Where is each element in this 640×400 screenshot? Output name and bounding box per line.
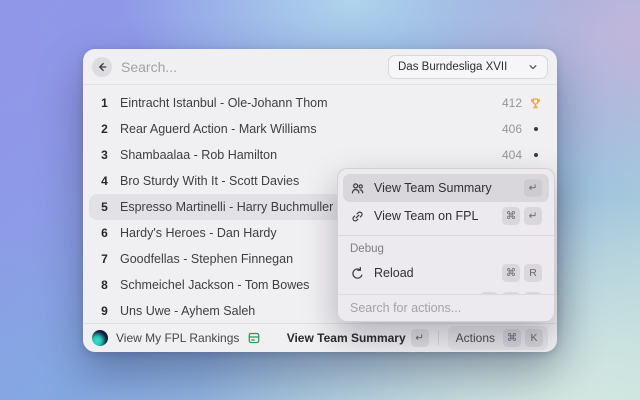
actions-label: Actions: [456, 331, 495, 345]
dot-icon: [534, 153, 538, 157]
rank-number: 8: [98, 278, 111, 292]
rank-number: 1: [98, 96, 111, 110]
enter-key-badge: ↵: [411, 329, 429, 347]
team-title: Goodfellas - Stephen Finnegan: [120, 252, 293, 266]
fpl-app-icon: [92, 330, 108, 346]
actions-menu: View Team Summary ↵ View Team on FPL ⌘ ↵: [337, 168, 555, 322]
divider: [438, 331, 439, 345]
team-title: Schmeichel Jackson - Tom Bowes: [120, 278, 309, 292]
rank-number: 2: [98, 122, 111, 136]
actions-search-bar: [338, 294, 554, 321]
enter-key-badge: ↵: [524, 179, 542, 197]
actions-button[interactable]: Actions ⌘ K: [448, 326, 548, 350]
team-title: Bro Sturdy With It - Scott Davies: [120, 174, 299, 188]
dot-icon: [534, 127, 538, 131]
k-key-badge: K: [525, 329, 543, 347]
list-item[interactable]: 1 Eintracht Istanbul - Ole-Johann Thom 4…: [89, 90, 551, 116]
cmd-key-badge: ⌘: [503, 329, 521, 347]
team-title: Eintracht Istanbul - Ole-Johann Thom: [120, 96, 328, 110]
rank-number: 4: [98, 174, 111, 188]
team-title: Espresso Martinelli - Harry Buchmuller: [120, 200, 333, 214]
menu-item-reload[interactable]: Reload ⌘ R: [343, 259, 549, 287]
chevron-down-icon: [528, 62, 538, 72]
reload-icon: [350, 266, 365, 281]
rank-number: 3: [98, 148, 111, 162]
list-item[interactable]: 3 Shambaalaa - Rob Hamilton 404: [89, 142, 551, 168]
menu-item-view-team-summary[interactable]: View Team Summary ↵: [343, 174, 549, 202]
rank-number: 5: [98, 200, 111, 214]
team-title: Rear Aguerd Action - Mark Williams: [120, 122, 317, 136]
points-value: 412: [502, 96, 522, 110]
actions-menu-items: View Team Summary ↵ View Team on FPL ⌘ ↵: [338, 169, 554, 294]
status-bar: View My FPL Rankings View Team Summary ↵…: [83, 323, 557, 352]
divider: [338, 235, 554, 236]
link-icon: [350, 209, 365, 224]
rank-number: 7: [98, 252, 111, 266]
league-dropdown[interactable]: Das Burndesliga XVII: [388, 55, 548, 79]
cmd-key-badge: ⌘: [502, 207, 520, 225]
rank-number: 6: [98, 226, 111, 240]
points-value: 404: [502, 148, 522, 162]
enter-key-badge: ↵: [524, 207, 542, 225]
r-key-badge: R: [524, 264, 542, 282]
points-value: 406: [502, 122, 522, 136]
trophy-icon: [529, 97, 542, 110]
menu-item-label: View Team on FPL: [374, 209, 478, 223]
team-title: Hardy's Heroes - Dan Hardy: [120, 226, 277, 240]
menu-item-view-team-on-fpl[interactable]: View Team on FPL ⌘ ↵: [343, 202, 549, 230]
search-input[interactable]: [121, 59, 388, 75]
raycast-window: Das Burndesliga XVII 1 Eintracht Istanbu…: [83, 49, 557, 352]
menu-section-debug: Debug: [350, 243, 542, 255]
team-title: Shambaalaa - Rob Hamilton: [120, 148, 277, 162]
menu-item-label: Reload: [374, 266, 414, 280]
team-title: Uns Uwe - Ayhem Saleh: [120, 304, 255, 318]
arrow-left-icon: [96, 61, 108, 73]
cmd-key-badge: ⌘: [502, 264, 520, 282]
menu-item-open-support-directory[interactable]: Open Support Directory ⌘ ⇧ S: [343, 287, 549, 294]
actions-search-input[interactable]: [350, 301, 542, 315]
card-icon: [247, 331, 261, 345]
command-title: View My FPL Rankings: [116, 331, 239, 345]
top-bar: Das Burndesliga XVII: [83, 49, 557, 85]
back-button[interactable]: [92, 57, 112, 77]
list-item[interactable]: 2 Rear Aguerd Action - Mark Williams 406: [89, 116, 551, 142]
team-summary-icon: [350, 181, 365, 196]
rank-number: 9: [98, 304, 111, 318]
primary-action-label[interactable]: View Team Summary: [287, 331, 406, 345]
menu-item-label: View Team Summary: [374, 181, 492, 195]
league-dropdown-value: Das Burndesliga XVII: [398, 61, 528, 73]
